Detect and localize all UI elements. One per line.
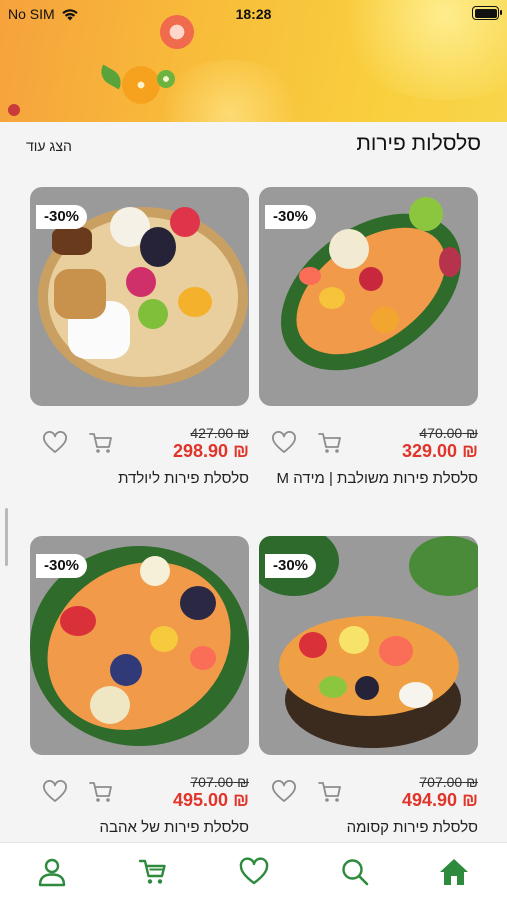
status-time: 18:28 [235, 6, 272, 22]
orange-image [122, 66, 160, 104]
search-icon[interactable] [340, 857, 370, 887]
user-icon[interactable] [37, 857, 67, 887]
discount-badge: -30% [265, 205, 317, 229]
favorite-icon[interactable] [271, 431, 297, 455]
product-name[interactable]: סלסלת פירות של אהבה [30, 819, 249, 836]
product-name[interactable]: סלסלת פירות קסומה [259, 819, 478, 836]
old-price: ₪ 707.00 [190, 774, 249, 790]
berry-image [8, 104, 20, 116]
price: ₪ 298.90 [173, 441, 249, 461]
favorite-icon[interactable] [271, 780, 297, 804]
add-to-cart-icon[interactable] [317, 431, 343, 455]
product-name[interactable]: סלסלת פירות משולבת | מידה M [259, 470, 478, 487]
show-more-link[interactable]: הצג עוד [26, 138, 72, 154]
price: ₪ 329.00 [402, 441, 478, 461]
favorite-icon[interactable] [42, 780, 68, 804]
cart-icon[interactable] [138, 857, 168, 887]
add-to-cart-icon[interactable] [88, 780, 114, 804]
heart-icon[interactable] [239, 857, 269, 887]
home-icon[interactable] [439, 857, 469, 887]
old-price: ₪ 707.00 [419, 774, 478, 790]
bottom-navigation [0, 842, 507, 900]
add-to-cart-icon[interactable] [317, 780, 343, 804]
old-price: ₪ 470.00 [419, 425, 478, 441]
discount-badge: -30% [265, 554, 317, 578]
battery-icon [472, 6, 502, 20]
old-price: ₪ 427.00 [190, 425, 249, 441]
status-bar: No SIM 18:28 [0, 0, 507, 28]
kiwi-image [157, 70, 175, 88]
section-title: סלסלות פירות [356, 132, 481, 155]
discount-badge: -30% [36, 554, 88, 578]
scroll-indicator [5, 508, 8, 566]
header-banner: No SIM 18:28 [0, 0, 507, 122]
add-to-cart-icon[interactable] [88, 431, 114, 455]
price: ₪ 494.90 [402, 790, 478, 810]
price: ₪ 495.00 [173, 790, 249, 810]
favorite-icon[interactable] [42, 431, 68, 455]
product-name[interactable]: סלסלת פירות ליולדת [30, 470, 249, 487]
discount-badge: -30% [36, 205, 88, 229]
section-header: סלסלות פירות הצג עוד [0, 122, 507, 177]
